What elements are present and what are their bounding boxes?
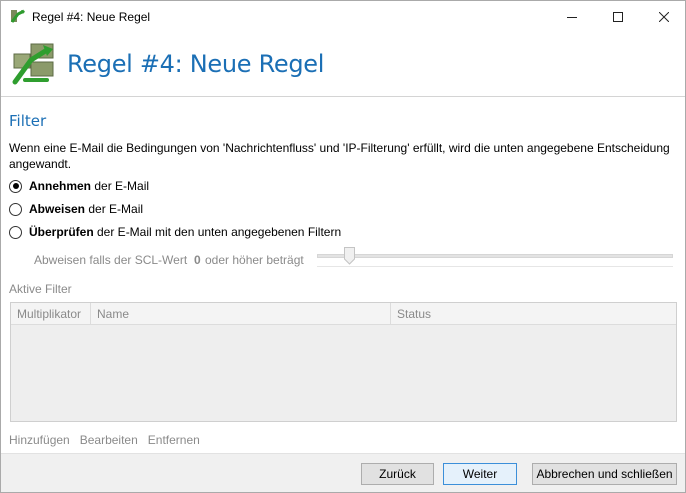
radio-accept-bold: Annehmen — [29, 179, 92, 193]
remove-filter-link[interactable]: Entfernen — [148, 433, 200, 447]
column-header-name[interactable]: Name — [91, 303, 391, 325]
radio-button-check[interactable] — [9, 225, 22, 239]
scl-suffix: oder höher beträgt — [205, 253, 304, 267]
maximize-icon — [613, 11, 623, 22]
scl-slider-ticks — [317, 266, 673, 269]
window-title: Regel #4: Neue Regel — [32, 10, 151, 24]
radio-check[interactable]: Überprüfen der E-Mail mit den unten ange… — [9, 225, 341, 239]
scl-value: 0 — [194, 253, 201, 267]
radio-reject-label: der E-Mail — [85, 202, 144, 216]
scl-label: Abweisen falls der SCL-Wert — [34, 253, 188, 267]
page-title: Regel #4: Neue Regel — [67, 50, 325, 78]
active-filters-label: Aktive Filter — [9, 282, 72, 296]
title-bar: Regel #4: Neue Regel — [1, 1, 685, 32]
wizard-footer: Zurück Weiter Abbrechen und schließen — [1, 453, 685, 492]
radio-reject-bold: Abweisen — [29, 202, 86, 216]
filter-actions: Hinzufügen Bearbeiten Entfernen — [9, 433, 200, 447]
radio-check-label: der E-Mail mit den unten angegebenen Fil… — [93, 225, 342, 239]
column-header-status[interactable]: Status — [391, 303, 676, 325]
minimize-icon — [567, 16, 577, 18]
header-divider — [1, 96, 685, 97]
active-filters-table[interactable]: Multiplikator Name Status — [10, 302, 677, 422]
filter-description: Wenn eine E-Mail die Bedingungen von 'Na… — [9, 141, 670, 171]
next-button[interactable]: Weiter — [443, 463, 517, 485]
radio-check-bold: Überprüfen — [29, 225, 94, 239]
radio-accept[interactable]: Annehmen der E-Mail — [9, 179, 149, 193]
table-header: Multiplikator Name Status — [11, 303, 676, 325]
back-button[interactable]: Zurück — [361, 463, 434, 485]
cancel-and-close-button[interactable]: Abbrechen und schließen — [532, 463, 677, 485]
section-title-filter: Filter — [9, 112, 47, 130]
radio-button-accept[interactable] — [9, 179, 22, 193]
radio-reject[interactable]: Abweisen der E-Mail — [9, 202, 143, 216]
close-button[interactable] — [641, 1, 686, 32]
scl-slider-thumb[interactable] — [344, 247, 355, 265]
radio-accept-label: der E-Mail — [91, 179, 150, 193]
maximize-button[interactable] — [595, 1, 641, 32]
minimize-button[interactable] — [549, 1, 595, 32]
rule-logo-icon — [12, 43, 54, 85]
radio-button-reject[interactable] — [9, 202, 22, 216]
rule-wizard-window: Regel #4: Neue Regel Regel #4: Neue Rege… — [0, 0, 686, 493]
wizard-header: Regel #4: Neue Regel — [1, 32, 685, 96]
app-icon — [10, 9, 25, 23]
close-icon — [659, 11, 669, 22]
edit-filter-link[interactable]: Bearbeiten — [80, 433, 138, 447]
scl-slider-track[interactable] — [317, 254, 673, 258]
add-filter-link[interactable]: Hinzufügen — [9, 433, 70, 447]
column-header-multiplier[interactable]: Multiplikator — [11, 303, 91, 325]
